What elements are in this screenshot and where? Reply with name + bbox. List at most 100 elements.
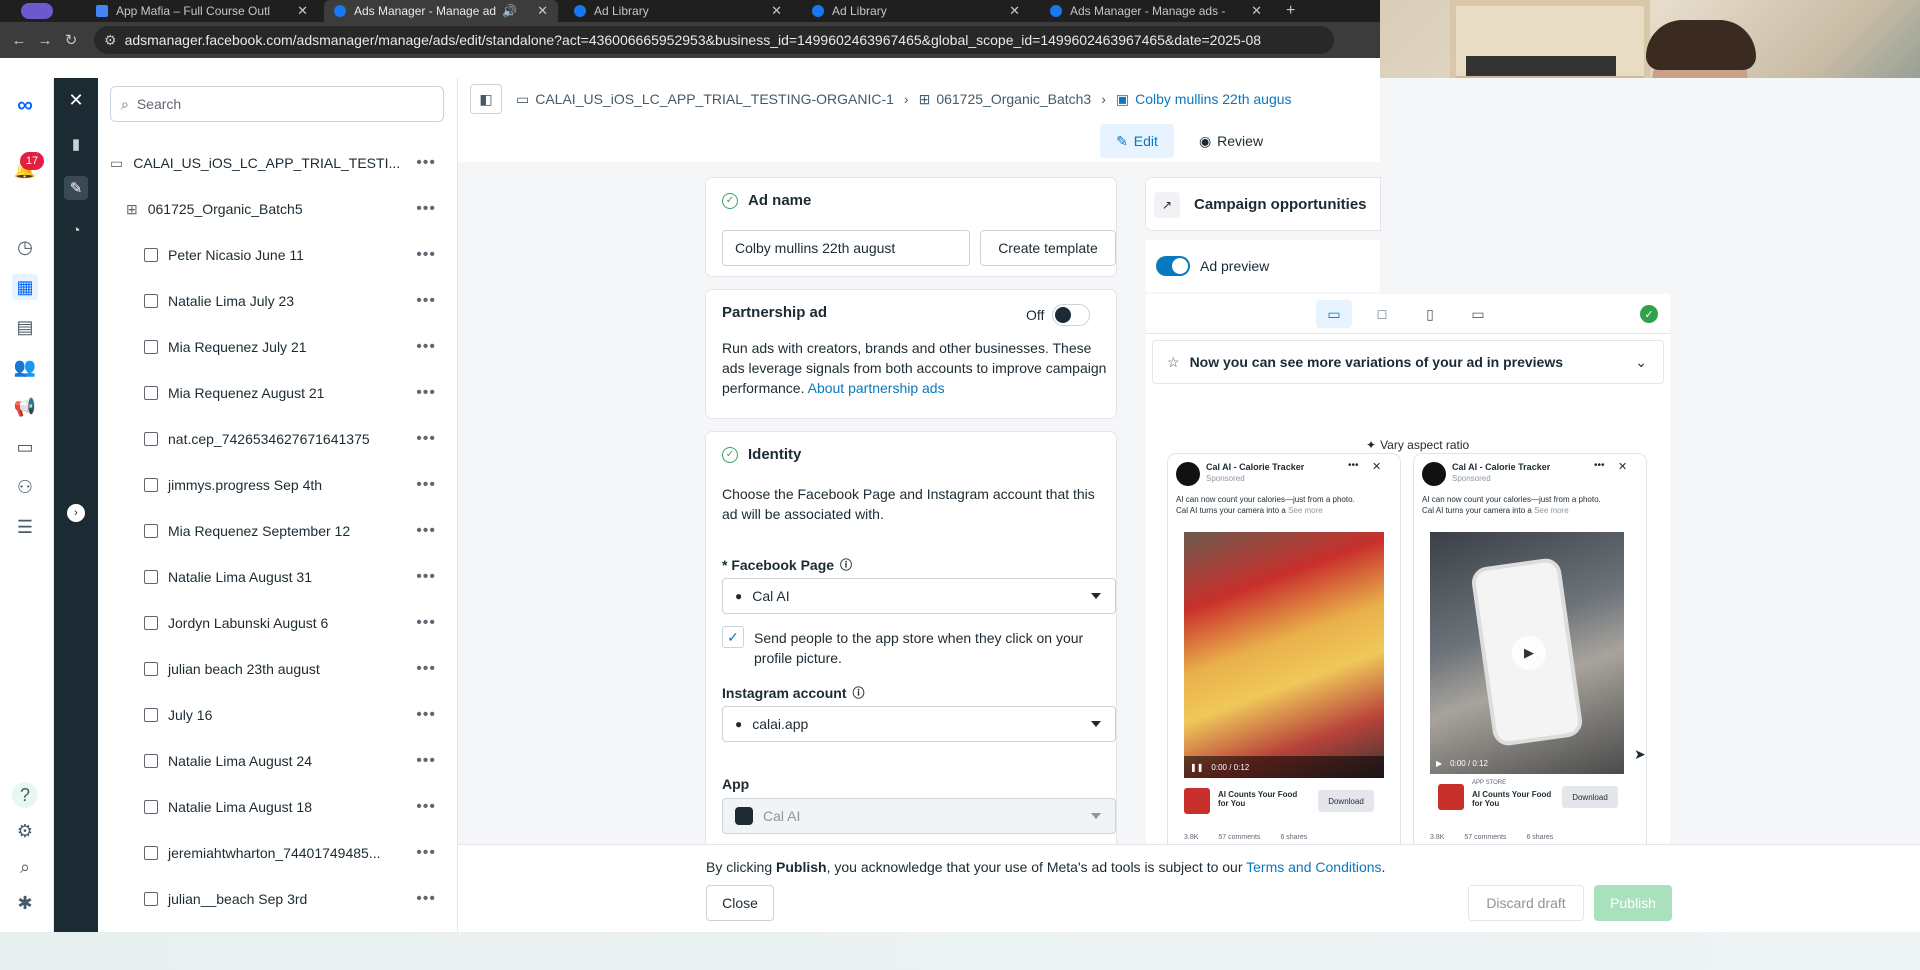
tree-ad-row[interactable]: July 16 ••• [98,694,458,736]
more-options-icon[interactable]: ••• [1594,460,1605,471]
tree-ad-row[interactable]: Mia Requenez July 21 ••• [98,326,458,368]
close-icon[interactable]: ✕ [297,3,308,19]
bug-report-icon[interactable]: ✱ [12,890,38,916]
close-icon[interactable]: ✕ [771,3,782,19]
review-button[interactable]: ◉ Review [1186,124,1276,158]
more-options-icon[interactable]: ••• [416,844,436,862]
info-icon[interactable]: ⓘ [852,684,864,701]
close-icon[interactable]: ✕ [1372,460,1381,473]
tree-ad-row[interactable]: Natalie Lima August 31 ••• [98,556,458,598]
food-video-thumbnail[interactable]: ❚❚ 0:00 / 0:12 [1184,532,1384,778]
close-icon[interactable]: ✕ [1618,460,1627,473]
close-icon[interactable]: ✕ [64,88,88,112]
partnership-toggle[interactable] [1052,304,1091,326]
close-icon[interactable]: ✕ [1251,3,1262,19]
tree-ad-row[interactable]: Peter Nicasio June 11 ••• [98,234,458,276]
phone-video-thumbnail[interactable]: ▶ ▶ 0:00 / 0:12 [1430,532,1624,774]
close-button[interactable]: Close [706,885,774,921]
settings-icon[interactable]: ⚙ [12,818,38,844]
tree-ad-row[interactable]: Mia Requenez September 12 ••• [98,510,458,552]
back-icon[interactable]: ← [6,32,32,49]
ads-manager-table-icon[interactable]: ▦ [12,274,38,300]
discard-draft-button[interactable]: Discard draft [1468,885,1584,921]
billing-icon[interactable]: ▭ [12,434,38,460]
more-options-icon[interactable]: ••• [416,246,436,264]
facebook-page-select[interactable]: ● Cal AI [722,578,1116,614]
more-options-icon[interactable]: ••• [416,476,436,494]
more-options-icon[interactable]: ••• [416,384,436,402]
tree-ad-row[interactable]: jeremiahtwharton_74401749485... ••• [98,832,458,874]
ad-preview-toggle[interactable] [1156,256,1190,276]
more-options-icon[interactable]: ••• [416,292,436,310]
square-format-icon[interactable]: □ [1368,300,1396,328]
more-options-icon[interactable]: ••• [416,706,436,724]
breadcrumb-campaign[interactable]: CALAI_US_iOS_LC_APP_TRIAL_TESTING-ORGANI… [535,91,894,107]
reload-icon[interactable]: ↻ [58,31,84,49]
reports-icon[interactable]: ▤ [12,314,38,340]
more-options-icon[interactable]: ••• [416,614,436,632]
more-options-icon[interactable]: ••• [416,568,436,586]
all-tools-menu-icon[interactable]: ☰ [12,514,38,540]
meta-logo-icon[interactable]: ∞ [12,92,38,118]
tree-ad-row[interactable]: jimmys.progress Sep 4th ••• [98,464,458,506]
download-button[interactable]: Download [1318,790,1374,812]
tree-ad-row[interactable]: Jordyn Labunski August 6 ••• [98,602,458,644]
tab-ad-library-1[interactable]: Ad Library ✕ [564,0,792,22]
app-store-checkbox[interactable]: ✓ [722,626,744,648]
tree-ad-row[interactable]: julian__beach Sep 3rd ••• [98,878,458,920]
url-field[interactable]: ⚙ adsmanager.facebook.com/adsmanager/man… [94,26,1334,54]
about-partnership-ads-link[interactable]: About partnership ads [808,380,945,396]
toggle-panel-icon[interactable]: ◧ [470,84,502,114]
instagram-account-select[interactable]: ● calai.app [722,706,1116,742]
vertical-format-icon[interactable]: ▯ [1416,300,1444,328]
new-tab-button[interactable]: + [1276,0,1316,22]
campaign-opportunities-card[interactable]: ↗ Campaign opportunities [1146,178,1380,230]
tab-app-mafia[interactable]: App Mafia – Full Course Outl ✕ [86,0,318,22]
info-icon[interactable]: ⓘ [840,556,852,573]
tree-ad-row[interactable]: Natalie Lima August 24 ••• [98,740,458,782]
horizontal-format-icon[interactable]: ▭ [1464,300,1492,328]
tree-ad-row[interactable]: Mia Requenez August 21 ••• [98,372,458,414]
more-options-icon[interactable]: ••• [416,522,436,540]
more-options-icon[interactable]: ••• [416,338,436,356]
site-info-icon[interactable]: ⚙ [104,32,117,49]
close-icon[interactable]: ✕ [1009,3,1020,19]
tab-group-icon[interactable] [18,0,56,22]
more-options-icon[interactable]: ••• [416,890,436,908]
more-options-icon[interactable]: ••• [416,660,436,678]
forward-icon[interactable]: → [32,32,58,49]
more-options-icon[interactable]: ••• [416,154,436,172]
tree-ad-row[interactable]: julian beach 23th august ••• [98,648,458,690]
create-template-button[interactable]: Create template [980,230,1116,266]
close-icon[interactable]: ✕ [537,3,548,19]
tab-ads-manager-active[interactable]: Ads Manager - Manage ad 🔊 ✕ [324,0,558,22]
terms-link[interactable]: Terms and Conditions [1246,859,1381,875]
tree-ad-row[interactable]: Natalie Lima July 23 ••• [98,280,458,322]
business-settings-icon[interactable]: ⚇ [12,474,38,500]
download-button[interactable]: Download [1562,786,1618,808]
dashboard-icon[interactable]: ◷ [12,234,38,260]
app-select[interactable]: Cal AI [722,798,1116,834]
edit-pencil-icon[interactable]: ✎ [64,176,88,200]
search-input[interactable]: ⌕ Search [110,86,444,122]
breadcrumb-adset[interactable]: 061725_Organic_Batch3 [936,91,1091,107]
more-options-icon[interactable]: ••• [416,752,436,770]
ad-name-input[interactable]: Colby mullins 22th august [722,230,970,266]
play-icon[interactable]: ▶ [1436,759,1442,768]
pause-icon[interactable]: ❚❚ [1190,763,1203,772]
tree-campaign-row[interactable]: ▭ CALAI_US_iOS_LC_APP_TRIAL_TESTI... ••• [98,142,458,184]
variations-banner[interactable]: ☆ Now you can see more variations of you… [1152,340,1664,384]
more-options-icon[interactable]: ••• [416,430,436,448]
edit-button[interactable]: ✎ Edit [1100,124,1174,158]
more-options-icon[interactable]: ••• [416,200,436,218]
more-options-icon[interactable]: ••• [416,798,436,816]
desktop-mobile-view-icon[interactable]: ▭ [1316,300,1352,328]
play-icon[interactable]: ▶ [1512,636,1546,670]
tab-ads-manager-2[interactable]: Ads Manager - Manage ads - ✕ [1040,0,1272,22]
tab-ad-library-2[interactable]: Ad Library ✕ [802,0,1030,22]
tree-ad-row[interactable]: Natalie Lima August 18 ••• [98,786,458,828]
history-icon[interactable]: ◔ [64,218,88,242]
breadcrumb-ad[interactable]: Colby mullins 22th augus [1135,91,1291,107]
tree-adset-row[interactable]: ⊞ 061725_Organic_Batch5 ••• [98,188,458,230]
audiences-icon[interactable]: 👥 [12,354,38,380]
